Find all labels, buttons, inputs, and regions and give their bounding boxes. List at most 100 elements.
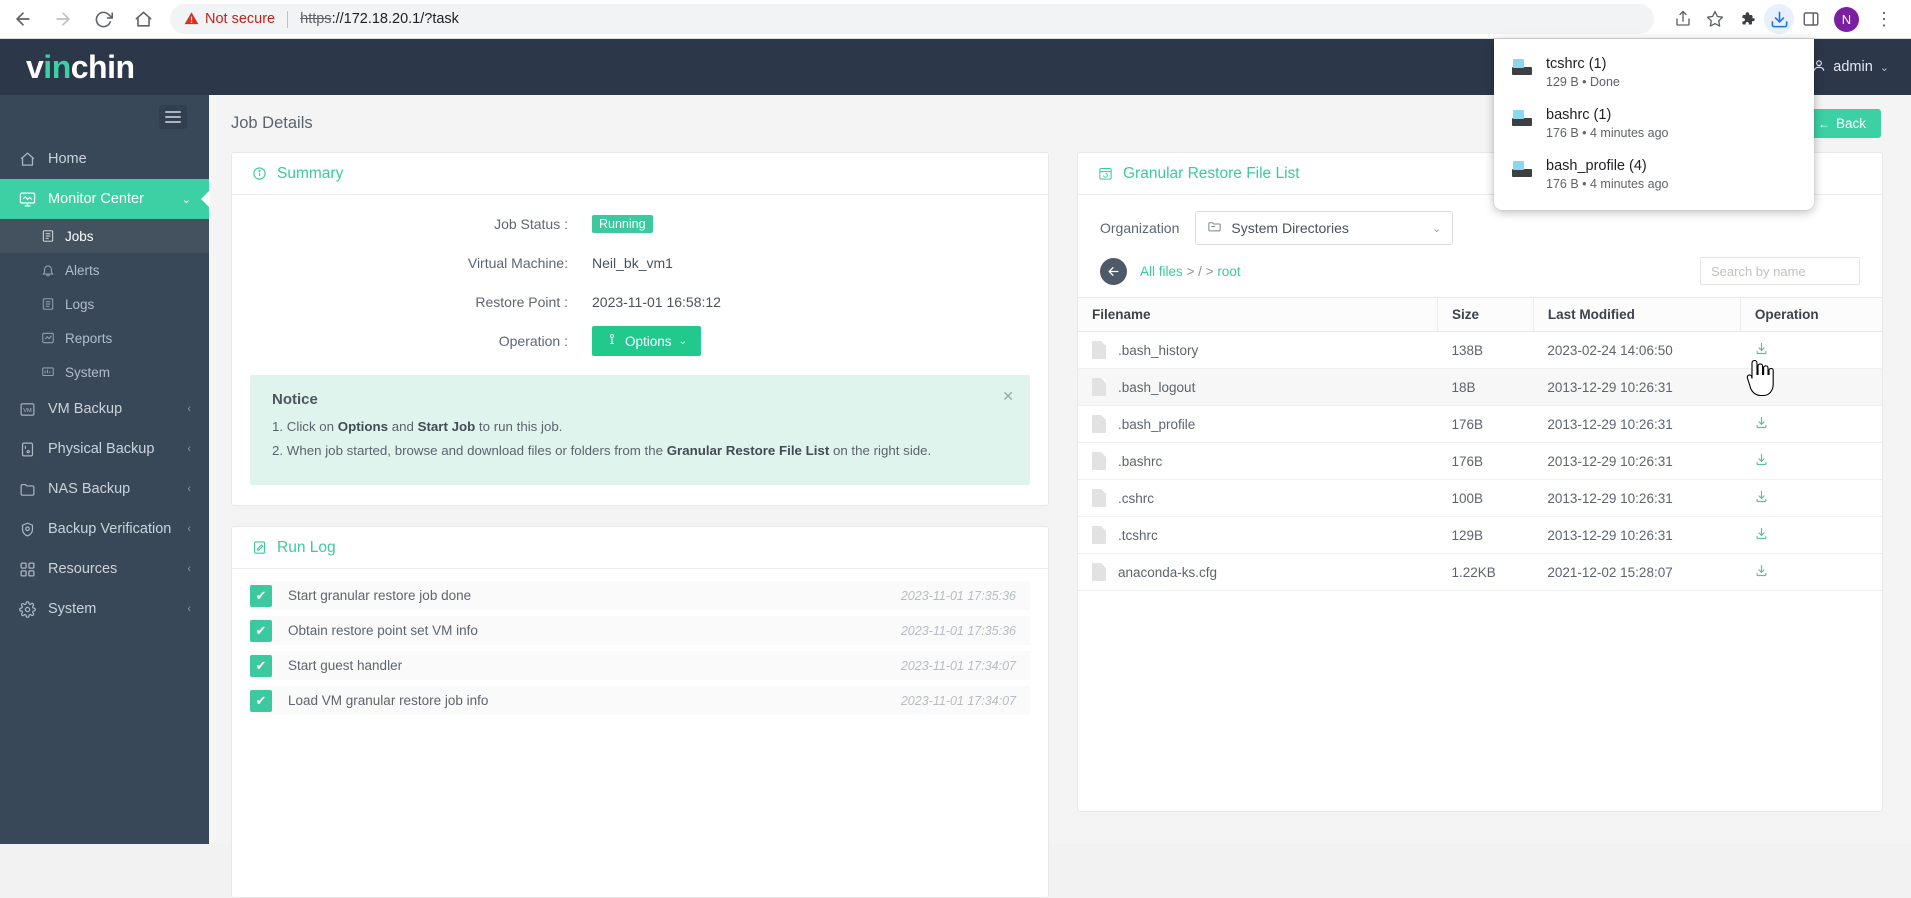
organization-label: Organization: [1100, 220, 1180, 236]
close-icon[interactable]: ✕: [1002, 388, 1014, 405]
download-tray-icon[interactable]: [1764, 4, 1794, 34]
download-item[interactable]: tcshrc (1) 129 B • Done: [1494, 47, 1814, 98]
chevron-left-icon: ‹: [187, 603, 191, 615]
cell-filename: .bash_profile: [1078, 405, 1438, 443]
avatar[interactable]: N: [1834, 6, 1859, 32]
granular-restore-file-list-card: Granular Restore File List Organization …: [1077, 152, 1883, 812]
sidebar-item-label: NAS Backup: [48, 481, 131, 497]
download-status: 176 B • 4 minutes ago: [1546, 126, 1669, 140]
vinchin-logo[interactable]: vinchin: [0, 49, 135, 86]
cell-operation: [1740, 405, 1882, 443]
logo-part-in: in: [43, 48, 71, 85]
home-icon[interactable]: [126, 2, 160, 36]
download-item[interactable]: bash_profile (4) 176 B • 4 minutes ago: [1494, 149, 1814, 200]
filename-text: anaconda-ks.cfg: [1118, 564, 1218, 580]
cell-filename: .tcshrc: [1078, 516, 1438, 554]
table-row[interactable]: .cshrc 100B 2013-12-29 10:26:31: [1078, 479, 1882, 517]
column-header-size[interactable]: Size: [1437, 297, 1534, 332]
notice-line-2: 2. When job started, browse and download…: [272, 443, 1010, 458]
arrow-left-circle-icon[interactable]: [1100, 257, 1127, 285]
back-button[interactable]: ← Back: [1802, 109, 1881, 138]
table-row[interactable]: .bash_profile 176B 2013-12-29 10:26:31: [1078, 405, 1882, 443]
options-button[interactable]: Options ⌄: [592, 326, 701, 356]
run-log-card-title: Run Log: [277, 538, 336, 556]
summary-card: Summary Job Status : Running Virtual Mac…: [231, 152, 1049, 506]
forward-arrow-icon[interactable]: [46, 2, 80, 36]
cell-last-modified: 2013-12-29 10:26:31: [1533, 479, 1741, 517]
download-icon[interactable]: [1754, 489, 1769, 508]
url-text: ://172.18.20.1/?task: [331, 11, 459, 27]
hamburger-icon[interactable]: [159, 105, 187, 129]
reload-icon[interactable]: [86, 2, 120, 36]
puzzle-piece-icon[interactable]: [1732, 4, 1762, 34]
organization-select[interactable]: System Directories ⌄: [1195, 211, 1454, 245]
table-row[interactable]: .bash_history 138B 2023-02-24 14:06:50: [1078, 331, 1882, 369]
table-row[interactable]: anaconda-ks.cfg 1.22KB 2021-12-02 15:28:…: [1078, 553, 1882, 591]
search-input[interactable]: [1700, 257, 1860, 285]
notice-bold-options: Options: [337, 419, 389, 434]
table-row[interactable]: .tcshrc 129B 2013-12-29 10:26:31: [1078, 516, 1882, 554]
address-bar[interactable]: Not secure https://172.18.20.1/?task: [170, 4, 1654, 34]
notice-title: Notice: [272, 391, 318, 408]
right-column: Granular Restore File List Organization …: [1077, 152, 1883, 898]
side-panel-icon[interactable]: [1796, 4, 1826, 34]
user-menu[interactable]: admin ⌄: [1812, 58, 1911, 76]
cell-operation: [1740, 479, 1882, 517]
sidebar-item-vm-backup[interactable]: VM VM Backup ‹: [0, 389, 209, 429]
cell-size: 176B: [1437, 442, 1534, 480]
svg-text:VM: VM: [23, 407, 32, 413]
sidebar-item-physical-backup[interactable]: Physical Backup ‹: [0, 429, 209, 469]
folder-icon: [1207, 219, 1222, 237]
sidebar-item-system-monitor[interactable]: System: [0, 355, 209, 389]
run-log-spacer: [250, 721, 1030, 883]
cell-operation: [1740, 553, 1882, 591]
star-icon[interactable]: [1700, 4, 1730, 34]
sidebar-item-backup-verification[interactable]: Backup Verification ‹: [0, 509, 209, 549]
gear-icon: [18, 600, 36, 618]
sidebar-item-label: Backup Verification: [48, 521, 172, 537]
sidebar-item-label: System: [48, 601, 97, 617]
table-row[interactable]: .bashrc 176B 2013-12-29 10:26:31: [1078, 442, 1882, 480]
sidebar-item-resources[interactable]: Resources ‹: [0, 549, 209, 589]
panels-container: Summary Job Status : Running Virtual Mac…: [209, 138, 1911, 898]
sidebar-item-alerts[interactable]: Alerts: [0, 253, 209, 287]
sidebar-item-monitor-center[interactable]: Monitor Center ⌄: [0, 179, 209, 219]
breadcrumb-all-files[interactable]: All files: [1140, 264, 1183, 279]
download-icon[interactable]: [1754, 452, 1769, 471]
notice-banner: ✕ Notice 1. Click on Options and Start J…: [250, 375, 1030, 485]
download-item[interactable]: bashrc (1) 176 B • 4 minutes ago: [1494, 98, 1814, 149]
security-indicator[interactable]: Not secure: [184, 11, 275, 28]
sidebar-item-nas-backup[interactable]: NAS Backup ‹: [0, 469, 209, 509]
download-icon[interactable]: [1754, 526, 1769, 545]
file-icon: [1092, 415, 1106, 433]
sidebar-item-jobs[interactable]: Jobs: [0, 219, 209, 253]
security-label: Not secure: [205, 11, 276, 27]
sidebar-item-home[interactable]: Home: [0, 139, 209, 179]
notice-text: and: [388, 419, 418, 434]
download-filename: bash_profile (4): [1546, 158, 1647, 174]
sidebar-item-logs[interactable]: Logs: [0, 287, 209, 321]
kebab-menu-icon[interactable]: ⋮: [1867, 10, 1901, 28]
cell-size: 1.22KB: [1437, 553, 1534, 591]
edit-document-icon: [252, 540, 267, 555]
sidebar-item-reports[interactable]: Reports: [0, 321, 209, 355]
table-row[interactable]: .bash_logout 18B 2013-12-29 10:26:31: [1078, 368, 1882, 406]
username-label: admin: [1833, 59, 1873, 75]
downloads-popup: tcshrc (1) 129 B • Done bashrc (1) 176 B…: [1494, 39, 1814, 210]
share-icon[interactable]: [1668, 4, 1698, 34]
download-icon[interactable]: [1754, 563, 1769, 582]
download-icon[interactable]: [1754, 341, 1769, 360]
cell-size: 176B: [1437, 405, 1534, 443]
left-column: Summary Job Status : Running Virtual Mac…: [231, 152, 1049, 898]
download-icon[interactable]: [1754, 378, 1769, 397]
browser-toolbar: Not secure https://172.18.20.1/?task N ⋮: [0, 0, 1911, 39]
download-icon[interactable]: [1754, 415, 1769, 434]
virtual-machine-value: Neil_bk_vm1: [592, 255, 673, 271]
column-header-filename[interactable]: Filename: [1078, 297, 1438, 332]
sidebar-item-label: Monitor Center: [48, 191, 144, 207]
notice-text: on the right side.: [829, 443, 932, 458]
sidebar-item-system[interactable]: System ‹: [0, 589, 209, 629]
column-header-last-modified[interactable]: Last Modified: [1532, 297, 1741, 332]
back-arrow-icon[interactable]: [6, 2, 40, 36]
cell-filename: .bash_logout: [1078, 368, 1438, 406]
